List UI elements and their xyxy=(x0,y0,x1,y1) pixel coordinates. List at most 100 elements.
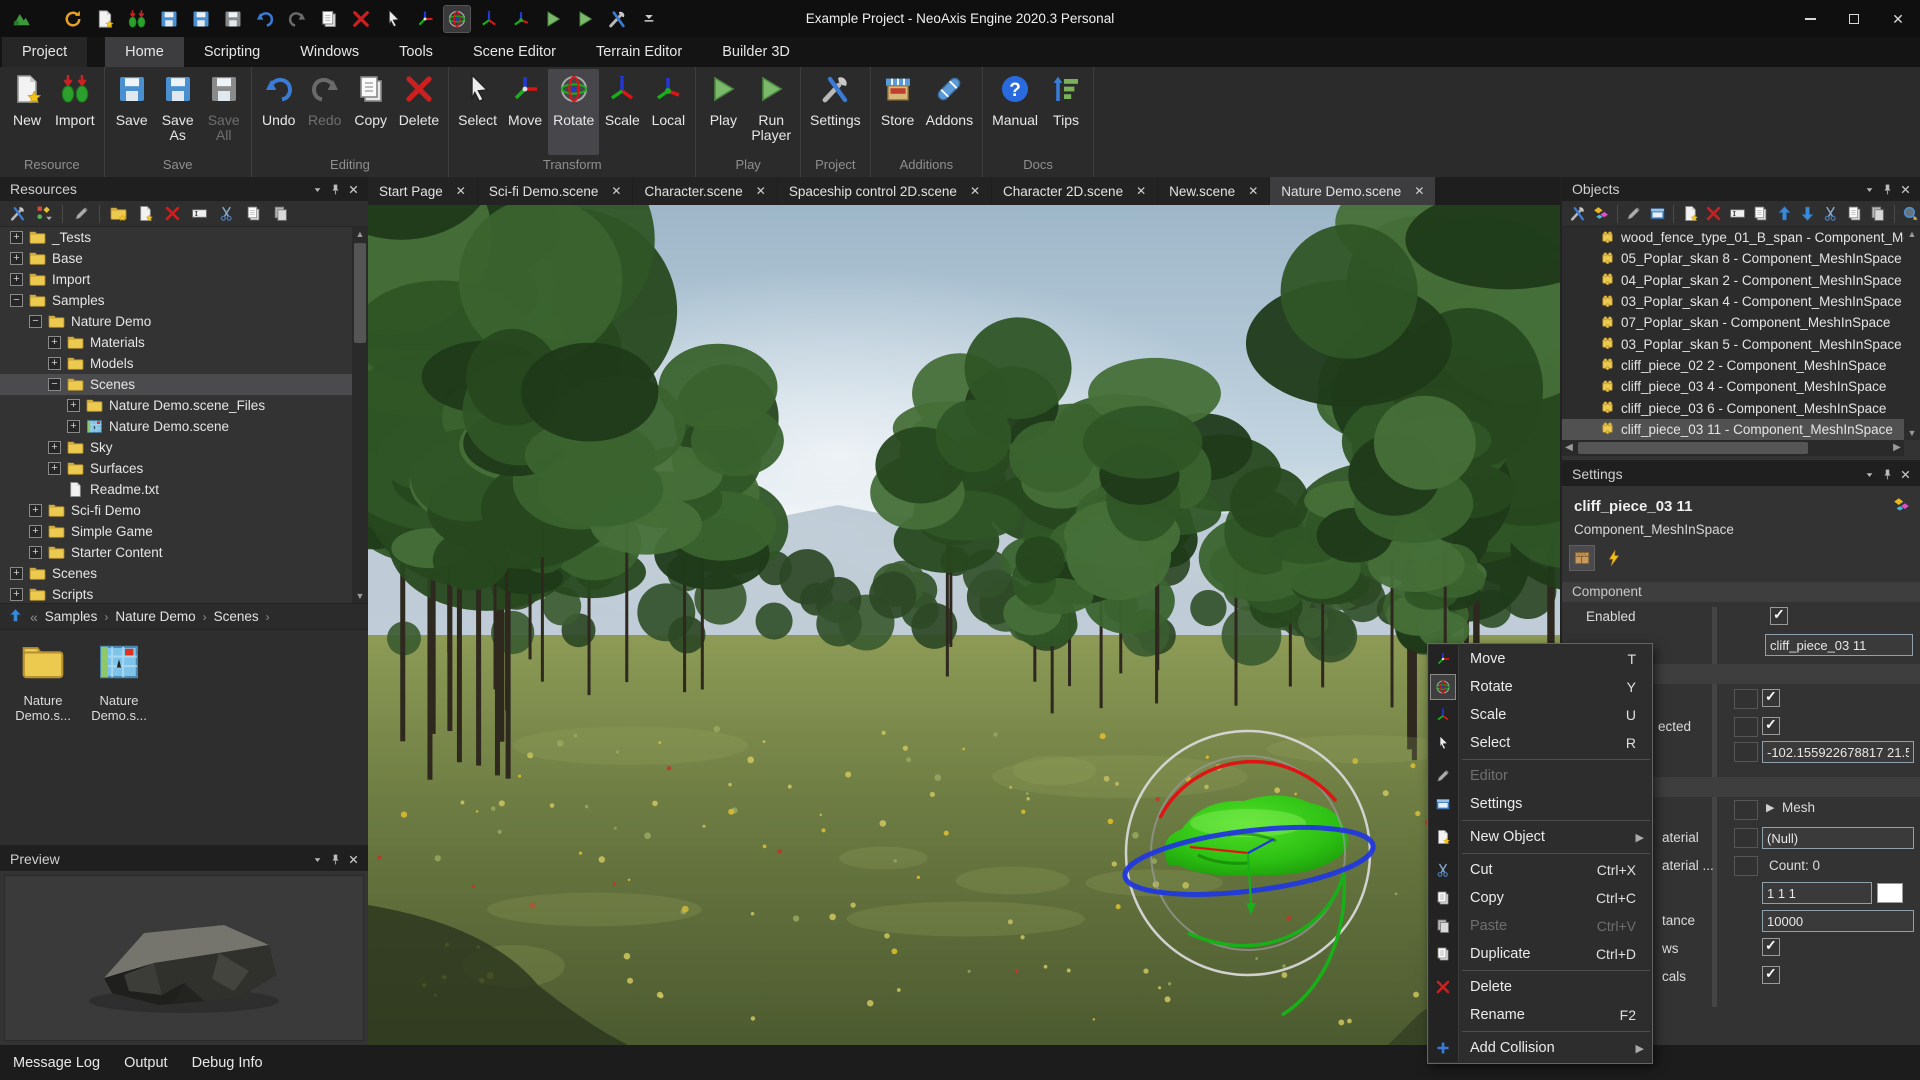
local-axes-icon[interactable] xyxy=(508,6,534,32)
transform-field[interactable] xyxy=(1762,741,1914,763)
window-icon[interactable] xyxy=(1648,203,1666,225)
tree-item[interactable]: + Sci-fi Demo xyxy=(0,500,352,521)
import-icon[interactable] xyxy=(124,6,150,32)
move-button[interactable]: Move xyxy=(502,69,548,155)
play-button[interactable]: Play xyxy=(700,69,746,155)
menu-item-project[interactable]: Project xyxy=(2,37,88,67)
tree-item[interactable]: + Surfaces xyxy=(0,458,352,479)
reset-default-button[interactable] xyxy=(1734,689,1758,709)
breadcrumb-item-samples[interactable]: Samples xyxy=(45,609,98,624)
expander-icon[interactable]: − xyxy=(10,294,23,307)
tab-spaceship-control-2d-scene[interactable]: Spaceship control 2D.scene ✕ xyxy=(777,177,992,205)
tree-item[interactable]: + Models xyxy=(0,353,352,374)
menu-item-scene-editor[interactable]: Scene Editor xyxy=(453,37,576,67)
save-as-button[interactable]: Save As xyxy=(155,69,201,155)
menu-item-windows[interactable]: Windows xyxy=(280,37,379,67)
pin-icon[interactable] xyxy=(326,850,344,868)
scroll-up-icon[interactable]: ▲ xyxy=(352,227,368,241)
edit-icon[interactable] xyxy=(1625,203,1643,225)
reset-default-button[interactable] xyxy=(1734,800,1758,820)
breadcrumb-item-scenes[interactable]: Scenes xyxy=(214,609,259,624)
menu-item-builder-3d[interactable]: Builder 3D xyxy=(702,37,810,67)
tree-item[interactable]: + Simple Game xyxy=(0,521,352,542)
context-menu-item-select[interactable]: Select R xyxy=(1428,729,1652,757)
scroll-thumb[interactable] xyxy=(354,243,366,343)
objects-list-item[interactable]: 07_Poplar_skan - Component_MeshInSpace xyxy=(1562,312,1904,333)
expand-arrow-icon[interactable]: ▶ xyxy=(1766,801,1774,814)
tab-close-icon[interactable]: ✕ xyxy=(456,184,466,198)
scroll-left-icon[interactable]: ◀ xyxy=(1562,440,1576,456)
objects-list-item[interactable]: cliff_piece_03 4 - Component_MeshInSpace xyxy=(1562,376,1904,397)
properties-tab-icon[interactable] xyxy=(1569,545,1595,571)
expander-icon[interactable]: + xyxy=(10,588,23,601)
save-icon[interactable] xyxy=(156,6,182,32)
new-file-icon[interactable] xyxy=(92,6,118,32)
tree-item[interactable]: + Scenes xyxy=(0,563,352,584)
rotate-button[interactable]: Rotate xyxy=(548,69,600,155)
objects-list-item[interactable]: wood_fence_type_01_B_span - Component_Me… xyxy=(1562,227,1904,248)
scroll-thumb[interactable] xyxy=(1578,442,1808,454)
search-icon[interactable] xyxy=(1902,203,1920,225)
display-options-icon[interactable] xyxy=(33,203,55,225)
new-folder-icon[interactable] xyxy=(107,203,129,225)
down-arrow-icon[interactable] xyxy=(1798,203,1816,225)
delete-icon[interactable] xyxy=(161,203,183,225)
transform-colored-icon[interactable] xyxy=(1591,203,1609,225)
context-menu-item-add-collision[interactable]: Add Collision ▶ xyxy=(1428,1034,1652,1062)
tools-icon[interactable] xyxy=(604,6,630,32)
preview-viewport[interactable] xyxy=(4,875,364,1041)
context-menu-item-move[interactable]: Move T xyxy=(1428,645,1652,673)
local-button[interactable]: Local xyxy=(645,69,691,155)
undo-button[interactable]: Undo xyxy=(256,69,302,155)
tools-icon[interactable] xyxy=(1568,203,1586,225)
panel-menu-button[interactable] xyxy=(308,850,326,868)
enabled-checkbox[interactable]: ✓ xyxy=(1770,606,1788,625)
tree-item[interactable]: + Nature Demo.scene_Files xyxy=(0,395,352,416)
transform-tool-icon[interactable] xyxy=(1892,496,1910,519)
tree-item[interactable]: − Scenes xyxy=(0,374,352,395)
navigate-up-icon[interactable] xyxy=(8,608,23,626)
context-menu-item-cut[interactable]: Cut Ctrl+X xyxy=(1428,856,1652,884)
pin-icon[interactable] xyxy=(1878,465,1896,483)
statusbar-item-output[interactable]: Output xyxy=(124,1055,168,1071)
tab-nature-demo-scene[interactable]: Nature Demo.scene ✕ xyxy=(1270,177,1436,205)
name-field[interactable] xyxy=(1765,634,1913,656)
delete-icon[interactable] xyxy=(1705,203,1723,225)
tools-icon[interactable] xyxy=(6,203,28,225)
context-menu-item-editor[interactable]: Editor xyxy=(1428,762,1652,790)
tab-character-scene[interactable]: Character.scene ✕ xyxy=(633,177,777,205)
context-menu-item-copy[interactable]: Copy Ctrl+C xyxy=(1428,884,1652,912)
sync-icon[interactable] xyxy=(60,6,86,32)
objects-list-item[interactable]: 04_Poplar_skan 2 - Component_MeshInSpace xyxy=(1562,270,1904,291)
resources-scrollbar[interactable]: ▲ ▼ xyxy=(352,227,368,603)
objects-vertical-scrollbar[interactable]: ▲ ▼ xyxy=(1904,227,1920,440)
tab-close-icon[interactable]: ✕ xyxy=(756,184,766,198)
scene-3d-view[interactable] xyxy=(368,205,1560,1045)
objects-list-item[interactable]: 03_Poplar_skan 5 - Component_MeshInSpace xyxy=(1562,333,1904,354)
expander-icon[interactable]: − xyxy=(48,378,61,391)
copy-icon[interactable] xyxy=(316,6,342,32)
maximize-button[interactable] xyxy=(1832,0,1876,37)
save-all-button[interactable]: Save All xyxy=(201,69,247,155)
new-file-icon[interactable] xyxy=(1681,203,1699,225)
save-as-icon[interactable] xyxy=(188,6,214,32)
tree-item[interactable]: + Materials xyxy=(0,332,352,353)
close-icon[interactable] xyxy=(344,180,362,198)
rename-icon[interactable] xyxy=(1728,203,1746,225)
tree-item[interactable]: + Nature Demo.scene xyxy=(0,416,352,437)
context-menu-item-scale[interactable]: Scale U xyxy=(1428,701,1652,729)
edit-icon[interactable] xyxy=(70,203,92,225)
copy-icon[interactable] xyxy=(1845,203,1863,225)
run-player-button[interactable]: Run Player xyxy=(746,69,796,155)
tab-start-page[interactable]: Start Page ✕ xyxy=(368,177,477,205)
tab-close-icon[interactable]: ✕ xyxy=(970,184,980,198)
file-tile[interactable]: Nature Demo.s... xyxy=(12,640,74,723)
redo-icon[interactable] xyxy=(284,6,310,32)
expander-icon[interactable]: + xyxy=(10,231,23,244)
tab-close-icon[interactable]: ✕ xyxy=(611,184,621,198)
color-swatch[interactable] xyxy=(1877,883,1903,903)
expander-icon[interactable]: + xyxy=(67,420,80,433)
import-button[interactable]: Import xyxy=(50,69,100,155)
pin-icon[interactable] xyxy=(1878,180,1896,198)
objects-list-item[interactable]: 03_Poplar_skan 4 - Component_MeshInSpace xyxy=(1562,291,1904,312)
